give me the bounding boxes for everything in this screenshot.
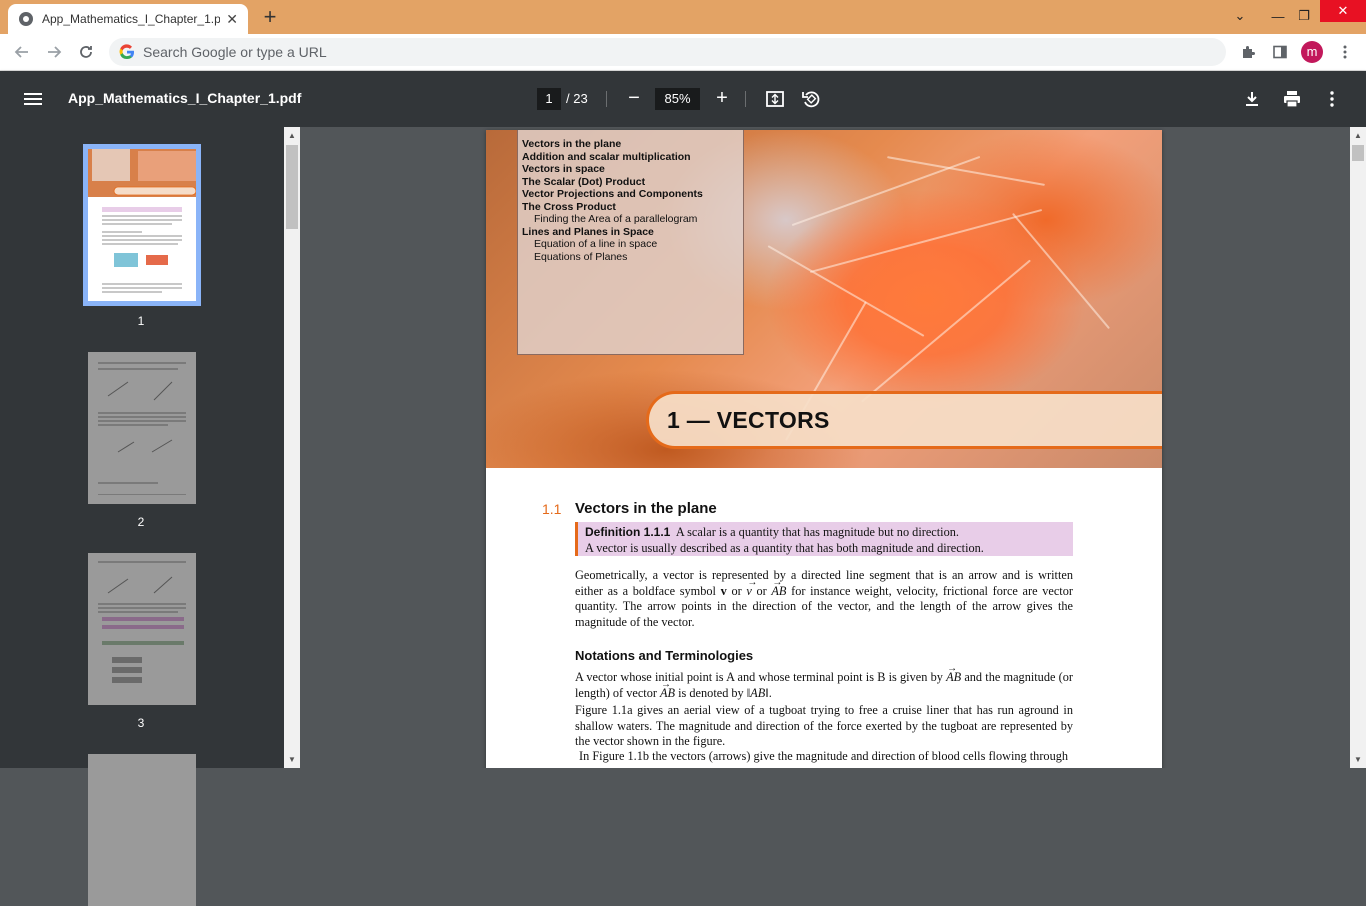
scroll-down-icon[interactable]: ▼ [1354,755,1362,764]
table-of-contents: Vectors in the plane Addition and scalar… [517,130,744,355]
chrome-menu-button[interactable] [1333,40,1357,64]
page-thumbnail-3[interactable] [88,553,196,705]
subheading: Notations and Terminologies [575,648,754,663]
sidebar-scrollbar[interactable]: ▲ ▼ [284,127,300,768]
minimize-window-button[interactable]: — [1264,0,1292,32]
side-panel-icon [1273,45,1287,59]
toolbar-divider [745,91,746,107]
restore-window-button[interactable]: ❐ [1290,0,1318,32]
zoom-in-button[interactable]: + [712,88,732,110]
toc-item[interactable]: Lines and Planes in Space [522,226,739,239]
toc-subitem[interactable]: Equations of Planes [522,251,739,264]
toc-item[interactable]: The Cross Product [522,201,739,214]
scroll-up-icon[interactable]: ▲ [288,131,296,140]
vertical-dots-icon [1343,45,1347,59]
forward-arrow-icon [48,46,62,58]
page-thumbnail-2[interactable] [88,352,196,504]
scroll-down-icon[interactable]: ▼ [288,755,296,764]
thumbnail-preview [98,561,186,683]
close-window-button[interactable]: ✕ [1320,0,1366,22]
zoom-out-button[interactable]: − [624,88,644,110]
forward-button[interactable] [42,40,66,64]
document-scroll-thumb[interactable] [1352,145,1364,161]
toc-item[interactable]: Vectors in space [522,163,739,176]
globe-icon [19,12,33,26]
toc-subitem[interactable]: Equation of a line in space [522,238,739,251]
thumbnail-label: 1 [137,314,145,328]
page-thumbnail-4[interactable] [88,754,196,906]
section-title: Vectors in the plane [575,500,717,517]
paragraph: In Figure 1.1b the vectors (arrows) give… [579,749,1069,763]
definition-text: A scalar is a quantity that has magnitud… [675,525,959,539]
omnibox[interactable] [109,38,1226,66]
browser-tab-strip: App_Mathematics_I_Chapter_1.pdf ✕ + ⌄ — … [0,0,1366,34]
toolbar-divider [606,91,607,107]
fit-to-page-icon[interactable] [765,89,785,109]
document-scrollbar[interactable]: ▲ ▼ [1350,127,1366,768]
more-options-icon[interactable] [1322,89,1342,109]
page-number-input[interactable]: 1 [537,88,561,110]
close-tab-icon[interactable]: ✕ [226,11,238,27]
browser-tab[interactable]: App_Mathematics_I_Chapter_1.pdf ✕ [8,4,248,34]
download-icon[interactable] [1242,89,1262,109]
definition-box: Definition 1.1.1 A scalar is a quantity … [575,522,1073,556]
thumbnail-label: 2 [137,515,145,529]
toc-item[interactable]: The Scalar (Dot) Product [522,176,739,189]
extensions-button[interactable] [1236,40,1260,64]
page-thumbnail-1[interactable] [83,144,201,306]
tab-title: App_Mathematics_I_Chapter_1.pdf [42,12,220,26]
chapter-cover-image: Vectors in the plane Addition and scalar… [486,130,1162,468]
side-panel-button[interactable] [1268,40,1292,64]
chapter-title: 1 — VECTORS [667,407,830,433]
back-button[interactable] [10,40,34,64]
back-arrow-icon [14,46,28,58]
paragraph: A vector whose initial point is A and wh… [575,670,1073,701]
rotate-icon[interactable] [801,89,821,109]
page-total: / 23 [566,91,588,106]
thumbnail-preview [98,362,186,495]
thumbnail-label: 3 [137,716,145,730]
definition-text: A vector is usually described as a quant… [585,541,984,555]
puzzle-icon [1243,46,1255,58]
omnibox-input[interactable] [143,44,1043,60]
toc-item[interactable]: Vectors in the plane [522,138,739,151]
thumbnail-sidebar: 1 2 3 [0,127,300,906]
print-icon[interactable] [1282,89,1302,109]
toc-subitem[interactable]: Finding the Area of a parallelogram [522,213,739,226]
document-title: App_Mathematics_I_Chapter_1.pdf [68,90,302,106]
toc-item[interactable]: Addition and scalar multiplication [522,151,739,164]
definition-label: Definition 1.1.1 [585,525,671,539]
profile-avatar[interactable]: m [1301,41,1323,63]
sidebar-scroll-thumb[interactable] [286,145,298,229]
scroll-up-icon[interactable]: ▲ [1354,131,1362,140]
new-tab-button[interactable]: + [258,6,282,30]
hamburger-menu-icon[interactable] [24,90,42,108]
browser-toolbar: m [0,34,1366,71]
zoom-level-input[interactable]: 85% [655,88,700,110]
pdf-page-1: Vectors in the plane Addition and scalar… [486,130,1162,768]
section-number: 1.1 [542,501,562,517]
thumbnail-preview [88,149,197,293]
document-viewport: Vectors in the plane Addition and scalar… [300,127,1350,768]
tab-search-chevron-icon[interactable]: ⌄ [1226,0,1254,32]
paragraph: Figure 1.1a gives an aerial view of a tu… [575,703,1073,749]
reload-icon [80,46,92,58]
chapter-title-banner: 1 — VECTORS [646,391,1162,449]
paragraph: Geometrically, a vector is represented b… [575,568,1073,631]
pdf-toolbar: App_Mathematics_I_Chapter_1.pdf 1 / 23 −… [0,71,1366,127]
reload-button[interactable] [74,40,98,64]
toc-item[interactable]: Vector Projections and Components [522,188,739,201]
google-icon [119,44,134,60]
